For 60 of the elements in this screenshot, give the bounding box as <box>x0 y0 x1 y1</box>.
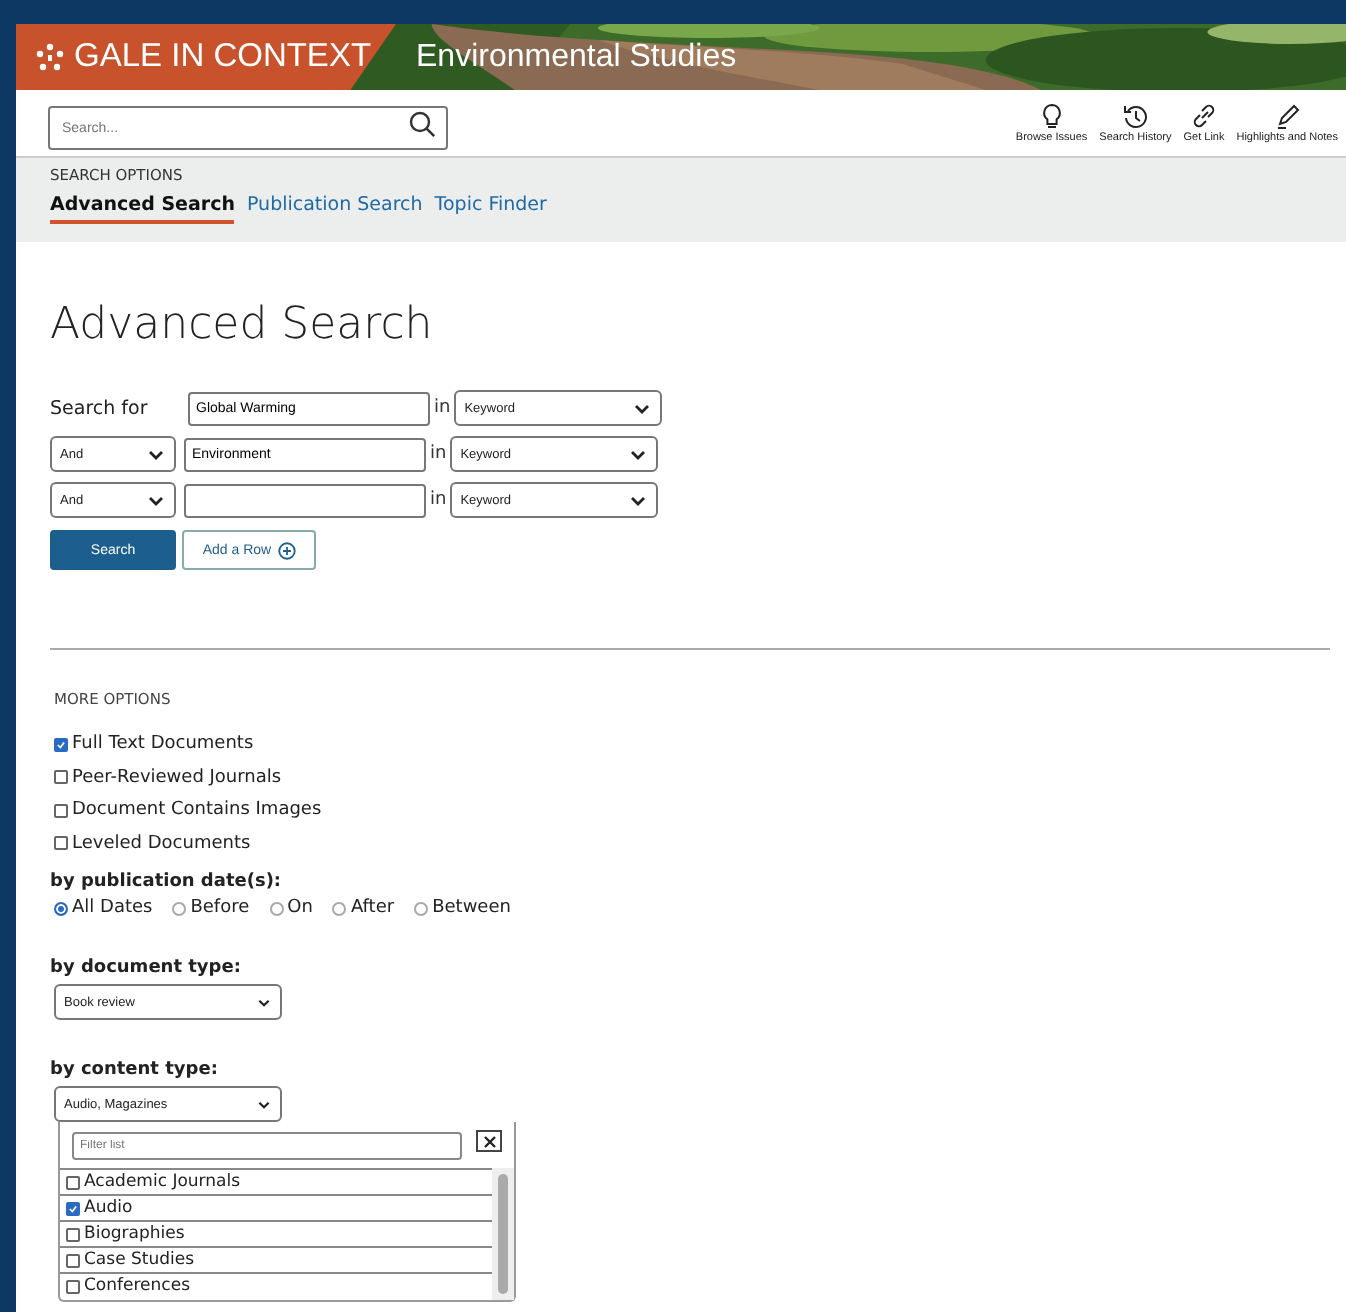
radio-button[interactable] <box>54 901 68 915</box>
close-icon <box>481 1133 497 1149</box>
field-label: Search for <box>50 397 150 419</box>
checkbox-label: Peer-Reviewed Journals <box>72 767 282 788</box>
checkbox[interactable] <box>66 1227 80 1241</box>
list-item[interactable]: Audio <box>60 1194 492 1220</box>
section-heading: by document type: <box>50 958 243 978</box>
radio-button[interactable] <box>332 901 347 915</box>
caret-icon <box>632 399 653 417</box>
plus-circle-icon <box>277 541 296 559</box>
checkbox[interactable] <box>54 803 68 818</box>
checkbox[interactable] <box>66 1175 80 1189</box>
history-icon <box>1121 102 1150 130</box>
checkbox[interactable] <box>54 770 68 785</box>
checkbox[interactable] <box>54 836 68 851</box>
search-term-field[interactable] <box>184 483 426 517</box>
checkbox-label: Leveled Documents <box>72 833 251 854</box>
list-item[interactable]: Case Studies <box>60 1246 492 1272</box>
radio-label: After <box>350 898 395 918</box>
section-heading: by publication date(s): <box>50 872 284 892</box>
caret-icon <box>146 491 166 509</box>
product-name: Environmental Studies <box>416 39 737 75</box>
caret-icon <box>628 491 649 509</box>
radio-label: Before <box>190 898 250 918</box>
radio-label: On <box>287 898 313 918</box>
caret-icon <box>146 445 166 463</box>
tab[interactable]: Advanced Search <box>50 194 235 224</box>
radio-button[interactable] <box>414 901 429 915</box>
tab[interactable]: Topic Finder <box>434 194 547 224</box>
in-label: in <box>430 444 447 464</box>
link-icon <box>1189 102 1218 130</box>
page-title: Advanced Search <box>50 300 435 350</box>
pen-icon <box>1273 102 1302 130</box>
in-label: in <box>434 398 451 418</box>
brand-name: GALE IN CONTEXT <box>74 38 372 76</box>
section-heading: by content type: <box>50 1060 220 1080</box>
scroll-thumb[interactable] <box>498 1174 508 1294</box>
tab[interactable]: Publication Search <box>246 194 423 224</box>
radio-label: Between <box>432 898 511 918</box>
search-icon <box>408 109 436 137</box>
checkbox-label: Full Text Documents <box>72 734 254 755</box>
caret-icon <box>256 995 272 1009</box>
checkbox-label: Document Contains Images <box>72 800 322 821</box>
radio-button[interactable] <box>172 901 187 915</box>
checkbox[interactable] <box>66 1253 80 1267</box>
checkbox[interactable] <box>66 1201 80 1215</box>
caret-icon <box>256 1097 272 1111</box>
list-item[interactable]: Biographies <box>60 1220 492 1246</box>
lightbulb-icon <box>1037 102 1066 130</box>
checkbox[interactable] <box>54 737 68 752</box>
list-item[interactable]: Conferences <box>60 1272 492 1298</box>
caret-icon <box>628 445 649 463</box>
list-item[interactable]: Academic Journals <box>60 1168 492 1194</box>
radio-button[interactable] <box>269 901 284 915</box>
close-button[interactable] <box>476 1130 502 1152</box>
in-label: in <box>430 490 447 510</box>
radio-label: All Dates <box>72 898 153 918</box>
scrollbar[interactable] <box>492 1168 514 1300</box>
logo-icon <box>34 41 66 73</box>
checkbox[interactable] <box>66 1279 80 1293</box>
